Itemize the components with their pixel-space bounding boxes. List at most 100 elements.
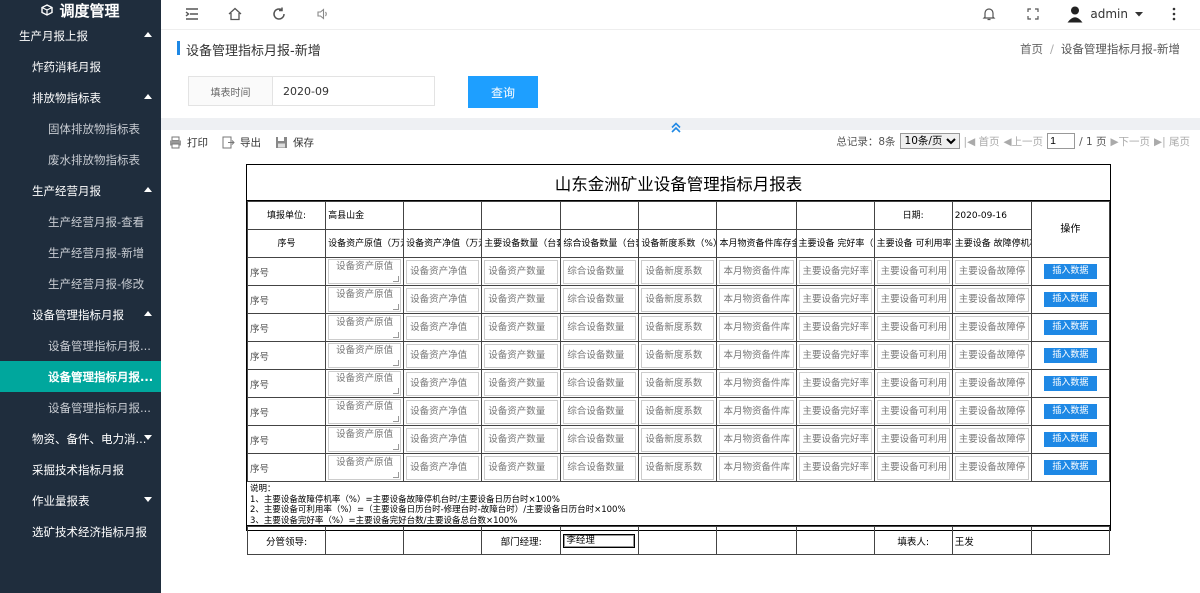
sidebar-item-8[interactable]: 生产经营月报-修改 <box>0 268 161 299</box>
cell-input[interactable]: 主要设备可利用 <box>876 315 950 340</box>
sidebar-item-1[interactable]: 炸药消耗月报 <box>0 51 161 82</box>
sidebar-item-14[interactable]: 采掘技术指标月报 <box>0 454 161 485</box>
cell-input[interactable]: 设备资产数量 <box>484 371 559 396</box>
home-icon[interactable] <box>227 6 243 22</box>
export-button[interactable]: 导出 <box>222 135 261 150</box>
cell-input[interactable]: 设备新度系数 <box>641 455 715 480</box>
breadcrumb-home[interactable]: 首页 <box>1020 42 1043 56</box>
cell-input[interactable]: 综合设备数量 <box>563 371 637 396</box>
volume-icon[interactable] <box>315 6 331 22</box>
cell-input[interactable]: 综合设备数量 <box>563 427 637 452</box>
cell-input[interactable]: 设备资产数量 <box>484 455 559 480</box>
cell-input[interactable]: 设备资产数量 <box>484 315 559 340</box>
asset-value-textarea[interactable]: 设备资产原值 <box>328 427 402 452</box>
query-button[interactable]: 查询 <box>468 76 538 108</box>
cell-input[interactable]: 主要设备可利用 <box>876 259 950 284</box>
sidebar-item-2[interactable]: 排放物指标表 <box>0 82 161 113</box>
cell-input[interactable]: 本月物资备件库 <box>719 455 794 480</box>
cell-input[interactable]: 本月物资备件库 <box>719 427 794 452</box>
cell-input[interactable]: 主要设备故障停 <box>954 259 1029 284</box>
cell-input[interactable]: 主要设备完好率 <box>798 343 872 368</box>
cell-input[interactable]: 设备资产数量 <box>484 343 559 368</box>
sidebar-item-9[interactable]: 设备管理指标月报 <box>0 299 161 330</box>
sidebar-item-0[interactable]: 生产月报上报 <box>0 20 161 51</box>
cell-input[interactable]: 主要设备可利用 <box>876 455 950 480</box>
cell-input[interactable]: 主要设备完好率 <box>798 287 872 312</box>
cell-input[interactable]: 主要设备可利用 <box>876 427 950 452</box>
cell-input[interactable]: 主要设备完好率 <box>798 259 872 284</box>
asset-value-textarea[interactable]: 设备资产原值 <box>328 259 402 284</box>
menu-fold-icon[interactable] <box>184 6 200 22</box>
cell-input[interactable]: 设备新度系数 <box>641 399 715 424</box>
cell-input[interactable]: 设备新度系数 <box>641 371 715 396</box>
more-icon[interactable] <box>1166 6 1182 22</box>
asset-value-textarea[interactable]: 设备资产原值 <box>328 371 402 396</box>
cell-input[interactable]: 设备资产数量 <box>484 427 559 452</box>
sidebar-item-3[interactable]: 固体排放物指标表 <box>0 113 161 144</box>
insert-data-button[interactable]: 插入数据 <box>1043 460 1097 475</box>
page-number-input[interactable] <box>1047 133 1076 149</box>
prev-page-button[interactable]: ◀上一页 <box>1003 134 1043 149</box>
cell-input[interactable]: 综合设备数量 <box>563 315 637 340</box>
cell-input[interactable]: 设备新度系数 <box>641 315 715 340</box>
cell-input[interactable]: 设备新度系数 <box>641 287 715 312</box>
cell-input[interactable]: 主要设备完好率 <box>798 427 872 452</box>
cell-input[interactable]: 设备资产数量 <box>484 399 559 424</box>
cell-input[interactable]: 综合设备数量 <box>563 343 637 368</box>
page-size-select[interactable]: 10条/页 <box>899 133 960 149</box>
cell-input[interactable]: 主要设备故障停 <box>954 399 1029 424</box>
cell-input[interactable]: 本月物资备件库 <box>719 287 794 312</box>
sidebar-item-10[interactable]: 设备管理指标月报... <box>0 330 161 361</box>
cell-input[interactable]: 主要设备故障停 <box>954 315 1029 340</box>
cell-input[interactable]: 主要设备故障停 <box>954 427 1029 452</box>
cell-input[interactable]: 本月物资备件库 <box>719 315 794 340</box>
cell-input[interactable]: 设备资产数量 <box>484 259 559 284</box>
insert-data-button[interactable]: 插入数据 <box>1043 404 1097 419</box>
asset-value-textarea[interactable]: 设备资产原值 <box>328 399 402 424</box>
cell-input[interactable]: 设备资产净值 <box>406 259 480 284</box>
cell-input[interactable]: 主要设备可利用 <box>876 343 950 368</box>
cell-input[interactable]: 主要设备可利用 <box>876 371 950 396</box>
sidebar-item-5[interactable]: 生产经营月报 <box>0 175 161 206</box>
print-button[interactable]: 打印 <box>169 135 208 150</box>
cell-input[interactable]: 设备资产净值 <box>406 371 480 396</box>
cell-input[interactable]: 主要设备完好率 <box>798 455 872 480</box>
sidebar-item-6[interactable]: 生产经营月报-查看 <box>0 206 161 237</box>
cell-input[interactable]: 主要设备故障停 <box>954 371 1029 396</box>
cell-input[interactable]: 主要设备故障停 <box>954 343 1029 368</box>
manager-input[interactable]: 李经理 <box>563 533 636 548</box>
asset-value-textarea[interactable]: 设备资产原值 <box>328 343 402 368</box>
last-page-button[interactable]: ▶| 尾页 <box>1154 134 1190 149</box>
sidebar-item-4[interactable]: 废水排放物指标表 <box>0 144 161 175</box>
cell-input[interactable]: 设备资产数量 <box>484 287 559 312</box>
insert-data-button[interactable]: 插入数据 <box>1043 432 1097 447</box>
cell-input[interactable]: 设备新度系数 <box>641 343 715 368</box>
asset-value-textarea[interactable]: 设备资产原值 <box>328 315 402 340</box>
insert-data-button[interactable]: 插入数据 <box>1043 348 1097 363</box>
cell-input[interactable]: 设备资产净值 <box>406 343 480 368</box>
insert-data-button[interactable]: 插入数据 <box>1043 292 1097 307</box>
cell-input[interactable]: 设备资产净值 <box>406 287 480 312</box>
sidebar-item-11[interactable]: 设备管理指标月报... <box>0 361 161 392</box>
insert-data-button[interactable]: 插入数据 <box>1043 376 1097 391</box>
asset-value-textarea[interactable]: 设备资产原值 <box>328 455 402 480</box>
cell-input[interactable]: 设备资产净值 <box>406 427 480 452</box>
fullscreen-icon[interactable] <box>1025 6 1041 22</box>
cell-input[interactable]: 综合设备数量 <box>563 455 637 480</box>
cell-input[interactable]: 主要设备可利用 <box>876 399 950 424</box>
asset-value-textarea[interactable]: 设备资产原值 <box>328 287 402 312</box>
sidebar-item-15[interactable]: 作业量报表 <box>0 485 161 516</box>
refresh-icon[interactable] <box>271 6 287 22</box>
sidebar-item-13[interactable]: 物资、备件、电力消... <box>0 423 161 454</box>
user-menu[interactable]: admin <box>1066 5 1144 23</box>
cell-input[interactable]: 主要设备可利用 <box>876 287 950 312</box>
save-button[interactable]: 保存 <box>275 135 314 150</box>
cell-input[interactable]: 设备新度系数 <box>641 259 715 284</box>
cell-input[interactable]: 本月物资备件库 <box>719 371 794 396</box>
cell-input[interactable]: 综合设备数量 <box>563 399 637 424</box>
sidebar-item-16[interactable]: 选矿技术经济指标月报 <box>0 516 161 547</box>
insert-data-button[interactable]: 插入数据 <box>1043 264 1097 279</box>
cell-input[interactable]: 主要设备完好率 <box>798 399 872 424</box>
cell-input[interactable]: 设备资产净值 <box>406 455 480 480</box>
first-page-button[interactable]: |◀ 首页 <box>964 134 1000 149</box>
